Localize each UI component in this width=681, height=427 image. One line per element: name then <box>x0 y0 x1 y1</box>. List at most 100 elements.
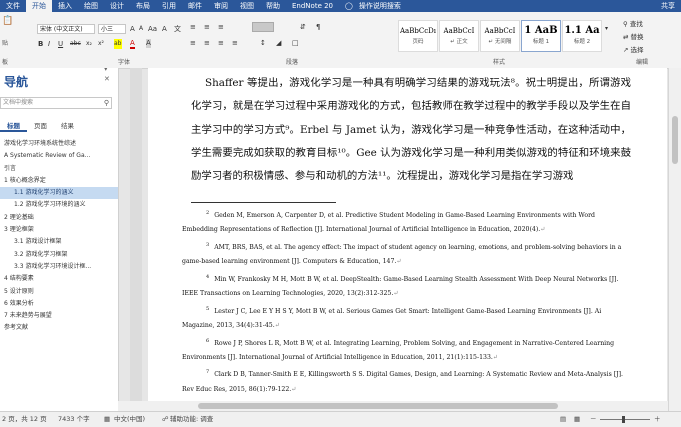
word-count[interactable]: 7433 个字 <box>58 412 90 427</box>
tab-draw[interactable]: 绘图 <box>78 0 104 12</box>
tab-insert[interactable]: 插入 <box>52 0 78 12</box>
borders-icon[interactable]: □ <box>292 38 299 48</box>
nav-heading-item[interactable]: 引言 <box>0 163 118 175</box>
tab-endnote[interactable]: EndNote 20 <box>286 0 339 12</box>
nav-tab-pages[interactable]: 页面 <box>27 120 54 132</box>
nav-heading-item[interactable]: 5 设计原则 <box>0 286 118 298</box>
numbering-icon[interactable]: ≡ <box>204 22 210 32</box>
font-name-select[interactable]: 宋体 (中文正文) <box>37 24 95 34</box>
align-right-icon[interactable]: ≡ <box>218 38 224 48</box>
align-left-icon[interactable]: ≡ <box>190 38 196 48</box>
phonetic-guide-button[interactable]: 文 <box>174 24 181 34</box>
underline-button[interactable]: U <box>58 39 63 49</box>
search-icon: ⚲ <box>623 20 630 28</box>
grow-font-button[interactable]: A <box>130 24 135 34</box>
pane-options-icon[interactable]: ▾ <box>104 68 108 73</box>
zoom-slider-handle[interactable] <box>622 416 625 423</box>
style-heading-2[interactable]: 1.1 Aa 标题 2 <box>562 20 602 52</box>
nav-heading-item[interactable]: 2 理论基础 <box>0 212 118 224</box>
accessibility-status[interactable]: 辅助功能: 调查 <box>170 412 213 427</box>
paste-icon[interactable]: 📋 <box>2 16 13 26</box>
subscript-button[interactable]: x₂ <box>86 39 92 49</box>
tab-references[interactable]: 引用 <box>156 0 182 12</box>
nav-heading-item[interactable]: 参考文献 <box>0 322 118 334</box>
tab-mailings[interactable]: 邮件 <box>182 0 208 12</box>
zoom-slider[interactable] <box>600 419 650 420</box>
tab-design[interactable]: 设计 <box>104 0 130 12</box>
font-color-button[interactable]: A <box>130 39 135 49</box>
multilevel-list-icon[interactable]: ≡ <box>218 22 224 32</box>
nav-tab-headings[interactable]: 标题 <box>0 120 27 132</box>
nav-heading-item[interactable]: A Systematic Review of Ga... <box>0 150 118 162</box>
page-count[interactable]: 2 页，共 12 页 <box>2 412 47 427</box>
tell-me-search[interactable]: 操作说明搜索 <box>359 0 407 12</box>
tab-help[interactable]: 帮助 <box>260 0 286 12</box>
replace-button[interactable]: ⇄ 替换 <box>623 31 644 41</box>
print-layout-icon[interactable]: ▦ <box>574 412 580 427</box>
footnote-text: Geden M, Emerson A, Carpenter D, et al. … <box>182 212 596 234</box>
find-button[interactable]: ⚲ 查找 <box>623 18 643 28</box>
proofing-icon[interactable]: ▦ <box>104 412 110 427</box>
style-no-spacing[interactable]: AaBbCcI ↵ 无间隔 <box>480 20 520 52</box>
nav-heading-item[interactable]: 3.2 游戏化学习框架 <box>0 249 118 261</box>
line-spacing-icon[interactable]: ↕ <box>260 38 266 48</box>
nav-search-input[interactable]: 文档中搜索 ⚲ <box>0 97 112 109</box>
zoom-out-button[interactable]: － <box>590 412 597 427</box>
footnote-item: 5 Lester J C, Lee E Y H S Y, Mott B W, et… <box>182 302 630 334</box>
tab-layout[interactable]: 布局 <box>130 0 156 12</box>
style-heading-1[interactable]: 1 AaB 标题 1 <box>521 20 561 52</box>
nav-heading-item[interactable]: 6 效果分析 <box>0 298 118 310</box>
nav-heading-item[interactable]: 1.2 游戏化学习环境的涵义 <box>0 199 118 211</box>
nav-heading-item[interactable]: 1 核心概念界定 <box>0 175 118 187</box>
zoom-in-button[interactable]: ＋ <box>654 412 661 427</box>
shading-icon[interactable]: ◢ <box>276 38 281 48</box>
clear-format-button[interactable]: A <box>162 24 167 34</box>
justify-icon[interactable]: ≡ <box>232 38 238 48</box>
scroll-thumb[interactable] <box>672 116 678 164</box>
sort-icon[interactable]: ⇵ <box>300 22 306 32</box>
tab-review[interactable]: 审阅 <box>208 0 234 12</box>
focus-mode-icon[interactable]: ▤ <box>560 412 566 427</box>
share-button[interactable]: 共享 <box>655 0 681 12</box>
nav-heading-item[interactable]: 游戏化学习环境系统性综述 <box>0 138 118 150</box>
superscript-button[interactable]: x² <box>98 39 104 49</box>
select-button[interactable]: ↗ 选择 <box>623 44 644 54</box>
text-highlight-button[interactable]: ab <box>114 39 122 49</box>
language-indicator[interactable]: 中文(中国) <box>114 412 145 427</box>
show-marks-icon[interactable]: ¶ <box>316 22 320 32</box>
styles-more-icon[interactable]: ▾ <box>605 24 608 34</box>
horizontal-scrollbar[interactable] <box>118 401 668 411</box>
font-size-select[interactable]: 小三 <box>98 24 126 34</box>
tab-home[interactable]: 开始 <box>26 0 52 12</box>
nav-heading-item[interactable]: 3.1 游戏设计框架 <box>0 236 118 248</box>
style-normal[interactable]: AaBbCcI ↵ 正文 <box>439 20 479 52</box>
footnote-number: 7 <box>206 369 210 376</box>
navigation-pane: ▾ 导航 ✕ 文档中搜索 ⚲ 标题 页面 结果 游戏化学习环境系统性综述 A Sy… <box>0 68 119 411</box>
tab-view[interactable]: 视图 <box>234 0 260 12</box>
style-name: ↵ 正文 <box>450 39 468 45</box>
tab-file[interactable]: 文件 <box>0 0 26 12</box>
paragraph-mark-icon: ↵ <box>492 353 499 361</box>
char-shading-button[interactable]: A <box>146 39 151 48</box>
nav-heading-item[interactable]: 1.1 游戏化学习的涵义 <box>0 187 118 200</box>
nav-heading-item[interactable]: 4 结构要素 <box>0 273 118 285</box>
style-page-number[interactable]: AaBbCcDı 页码 <box>398 20 438 52</box>
vertical-ruler <box>130 68 142 411</box>
align-center-icon[interactable]: ≡ <box>204 38 210 48</box>
bullets-icon[interactable]: ≡ <box>190 22 196 32</box>
close-icon[interactable]: ✕ <box>104 75 110 83</box>
bold-button[interactable]: B <box>38 39 43 49</box>
change-case-button[interactable]: Aa <box>148 24 157 34</box>
nav-tab-results[interactable]: 结果 <box>54 120 81 132</box>
scroll-thumb[interactable] <box>198 403 558 409</box>
search-icon[interactable]: ⚲ <box>104 98 109 108</box>
nav-heading-item[interactable]: 3.3 游戏化学习环境设计框... <box>0 261 118 273</box>
align-left-button[interactable] <box>252 22 274 32</box>
vertical-scrollbar[interactable] <box>668 68 681 411</box>
nav-heading-item[interactable]: 3 理论框架 <box>0 224 118 236</box>
nav-heading-item[interactable]: 7 未来趋势与展望 <box>0 310 118 322</box>
italic-button[interactable]: I <box>48 39 50 49</box>
strikethrough-button[interactable]: abc <box>70 39 81 49</box>
shrink-font-button[interactable]: A <box>139 24 143 34</box>
style-name: 标题 2 <box>573 39 591 45</box>
